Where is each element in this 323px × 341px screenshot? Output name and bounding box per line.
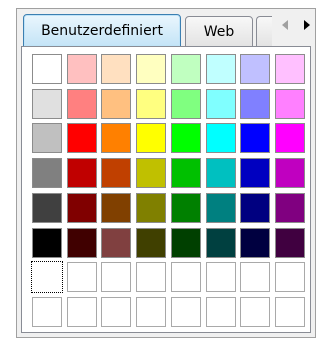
- color-swatch[interactable]: [135, 157, 167, 189]
- triangle-left-icon: [281, 20, 289, 30]
- custom-color-swatch[interactable]: [239, 296, 271, 328]
- color-swatch[interactable]: [31, 227, 63, 259]
- color-swatch[interactable]: [66, 157, 98, 189]
- color-swatch[interactable]: [66, 227, 98, 259]
- tab-scroll-right-button[interactable]: [297, 15, 317, 35]
- color-swatch[interactable]: [205, 53, 237, 85]
- color-swatch[interactable]: [31, 53, 63, 85]
- color-swatch[interactable]: [205, 122, 237, 154]
- custom-color-swatch[interactable]: [100, 261, 132, 293]
- custom-color-swatch[interactable]: [66, 261, 98, 293]
- color-swatch[interactable]: [100, 122, 132, 154]
- color-swatch[interactable]: [274, 122, 306, 154]
- custom-color-swatch[interactable]: [31, 261, 63, 293]
- color-swatch[interactable]: [239, 53, 271, 85]
- color-swatch[interactable]: [170, 192, 202, 224]
- color-swatch[interactable]: [274, 53, 306, 85]
- triangle-right-icon: [303, 20, 311, 30]
- color-swatch[interactable]: [170, 227, 202, 259]
- custom-color-swatch[interactable]: [170, 261, 202, 293]
- color-swatch[interactable]: [205, 192, 237, 224]
- color-swatch[interactable]: [274, 192, 306, 224]
- color-swatch[interactable]: [66, 53, 98, 85]
- custom-color-swatch[interactable]: [135, 296, 167, 328]
- color-swatch[interactable]: [100, 227, 132, 259]
- color-swatch[interactable]: [100, 53, 132, 85]
- color-swatch[interactable]: [274, 157, 306, 189]
- color-swatch[interactable]: [31, 122, 63, 154]
- color-swatch[interactable]: [135, 192, 167, 224]
- color-swatch[interactable]: [66, 88, 98, 120]
- color-swatch[interactable]: [66, 122, 98, 154]
- custom-color-swatch[interactable]: [239, 261, 271, 293]
- custom-color-swatch[interactable]: [274, 296, 306, 328]
- custom-color-swatch[interactable]: [205, 296, 237, 328]
- color-swatch[interactable]: [239, 122, 271, 154]
- color-swatch[interactable]: [274, 88, 306, 120]
- color-palette-grid: [21, 46, 311, 333]
- color-swatch[interactable]: [205, 157, 237, 189]
- color-swatch[interactable]: [170, 122, 202, 154]
- custom-color-swatch[interactable]: [274, 261, 306, 293]
- tab-custom[interactable]: Benutzerdefiniert: [23, 14, 181, 47]
- custom-color-swatch[interactable]: [205, 261, 237, 293]
- color-swatch[interactable]: [31, 157, 63, 189]
- color-swatch[interactable]: [100, 88, 132, 120]
- color-swatch[interactable]: [205, 88, 237, 120]
- color-swatch[interactable]: [100, 157, 132, 189]
- custom-color-swatch[interactable]: [100, 296, 132, 328]
- color-swatch[interactable]: [135, 88, 167, 120]
- tab-scroll-left-button[interactable]: [275, 15, 295, 35]
- custom-color-swatch[interactable]: [66, 296, 98, 328]
- tab-web[interactable]: Web: [185, 16, 253, 47]
- color-swatch[interactable]: [135, 53, 167, 85]
- color-picker-window: Benutzerdefiniert Web: [16, 8, 316, 338]
- color-swatch[interactable]: [239, 192, 271, 224]
- custom-color-swatch[interactable]: [135, 261, 167, 293]
- custom-color-swatch[interactable]: [31, 296, 63, 328]
- color-swatch[interactable]: [239, 157, 271, 189]
- custom-color-swatch[interactable]: [170, 296, 202, 328]
- color-swatch[interactable]: [170, 157, 202, 189]
- color-swatch[interactable]: [135, 227, 167, 259]
- color-swatch[interactable]: [170, 53, 202, 85]
- color-swatch[interactable]: [239, 88, 271, 120]
- color-swatch[interactable]: [239, 227, 271, 259]
- color-swatch[interactable]: [66, 192, 98, 224]
- tab-web-label: Web: [203, 23, 235, 40]
- color-swatch[interactable]: [274, 227, 306, 259]
- color-swatch[interactable]: [31, 192, 63, 224]
- color-swatch[interactable]: [31, 88, 63, 120]
- color-swatch[interactable]: [100, 192, 132, 224]
- tab-system-partial[interactable]: [256, 16, 272, 47]
- color-swatch[interactable]: [205, 227, 237, 259]
- tab-custom-label: Benutzerdefiniert: [41, 22, 163, 39]
- color-swatch[interactable]: [170, 88, 202, 120]
- color-swatch[interactable]: [135, 122, 167, 154]
